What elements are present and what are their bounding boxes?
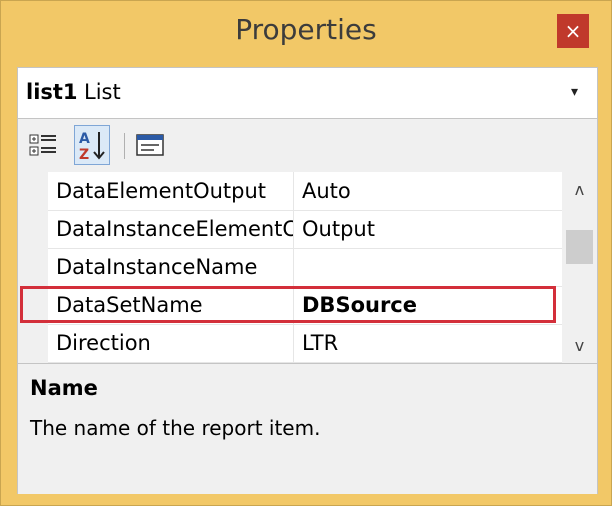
alphabetical-button[interactable]: A Z [74, 125, 110, 165]
vertical-scrollbar[interactable]: ʌ v [562, 172, 597, 362]
description-pane: Name The name of the report item. [18, 363, 597, 494]
properties-panel: list1 List ▾ A Z DataElementOutput Auto … [17, 67, 598, 494]
toolbar-separator [124, 133, 125, 159]
column-divider [293, 172, 294, 210]
property-row[interactable]: DataInstanceName [48, 248, 562, 287]
property-value[interactable]: Auto [302, 179, 351, 203]
scroll-down-icon[interactable]: v [562, 336, 597, 355]
grid-gutter [18, 172, 48, 362]
property-row[interactable]: DataElementOutput Auto [48, 172, 562, 211]
object-type: List [84, 80, 121, 104]
object-name: list1 [26, 80, 78, 104]
close-button[interactable]: × [557, 14, 589, 48]
property-row[interactable]: Direction LTR [48, 324, 562, 363]
property-pages-icon [136, 134, 164, 156]
property-name: Direction [56, 331, 151, 355]
property-pages-button[interactable] [132, 125, 168, 165]
property-value[interactable]: Output [302, 217, 375, 241]
property-grid: DataElementOutput Auto DataInstanceEleme… [18, 172, 597, 363]
column-divider [293, 324, 294, 362]
categorized-icon [29, 134, 56, 156]
object-selector[interactable]: list1 List ▾ [18, 68, 597, 119]
column-divider [293, 248, 294, 286]
window-title: Properties [235, 13, 377, 46]
highlight-box [20, 286, 556, 323]
toolbar: A Z [18, 119, 597, 172]
svg-text:Z: Z [79, 147, 89, 163]
scroll-up-icon[interactable]: ʌ [562, 180, 597, 199]
title-bar: Properties × [1, 1, 611, 63]
property-name: DataInstanceName [56, 255, 258, 279]
property-name: DataInstanceElementC [56, 217, 293, 241]
properties-window: Properties × list1 List ▾ A Z DataElemen… [0, 0, 612, 506]
alphabetical-sort-icon: A Z [79, 131, 105, 163]
chevron-down-icon[interactable]: ▾ [571, 84, 578, 100]
categorized-button[interactable] [26, 125, 62, 165]
scrollbar-thumb[interactable] [566, 230, 593, 264]
svg-text:A: A [79, 131, 90, 147]
property-name: DataElementOutput [56, 179, 267, 203]
property-value[interactable]: LTR [302, 331, 338, 355]
description-text: The name of the report item. [30, 416, 321, 440]
column-divider [293, 210, 294, 248]
description-title: Name [30, 376, 98, 400]
property-row[interactable]: DataInstanceElementC Output [48, 210, 562, 249]
